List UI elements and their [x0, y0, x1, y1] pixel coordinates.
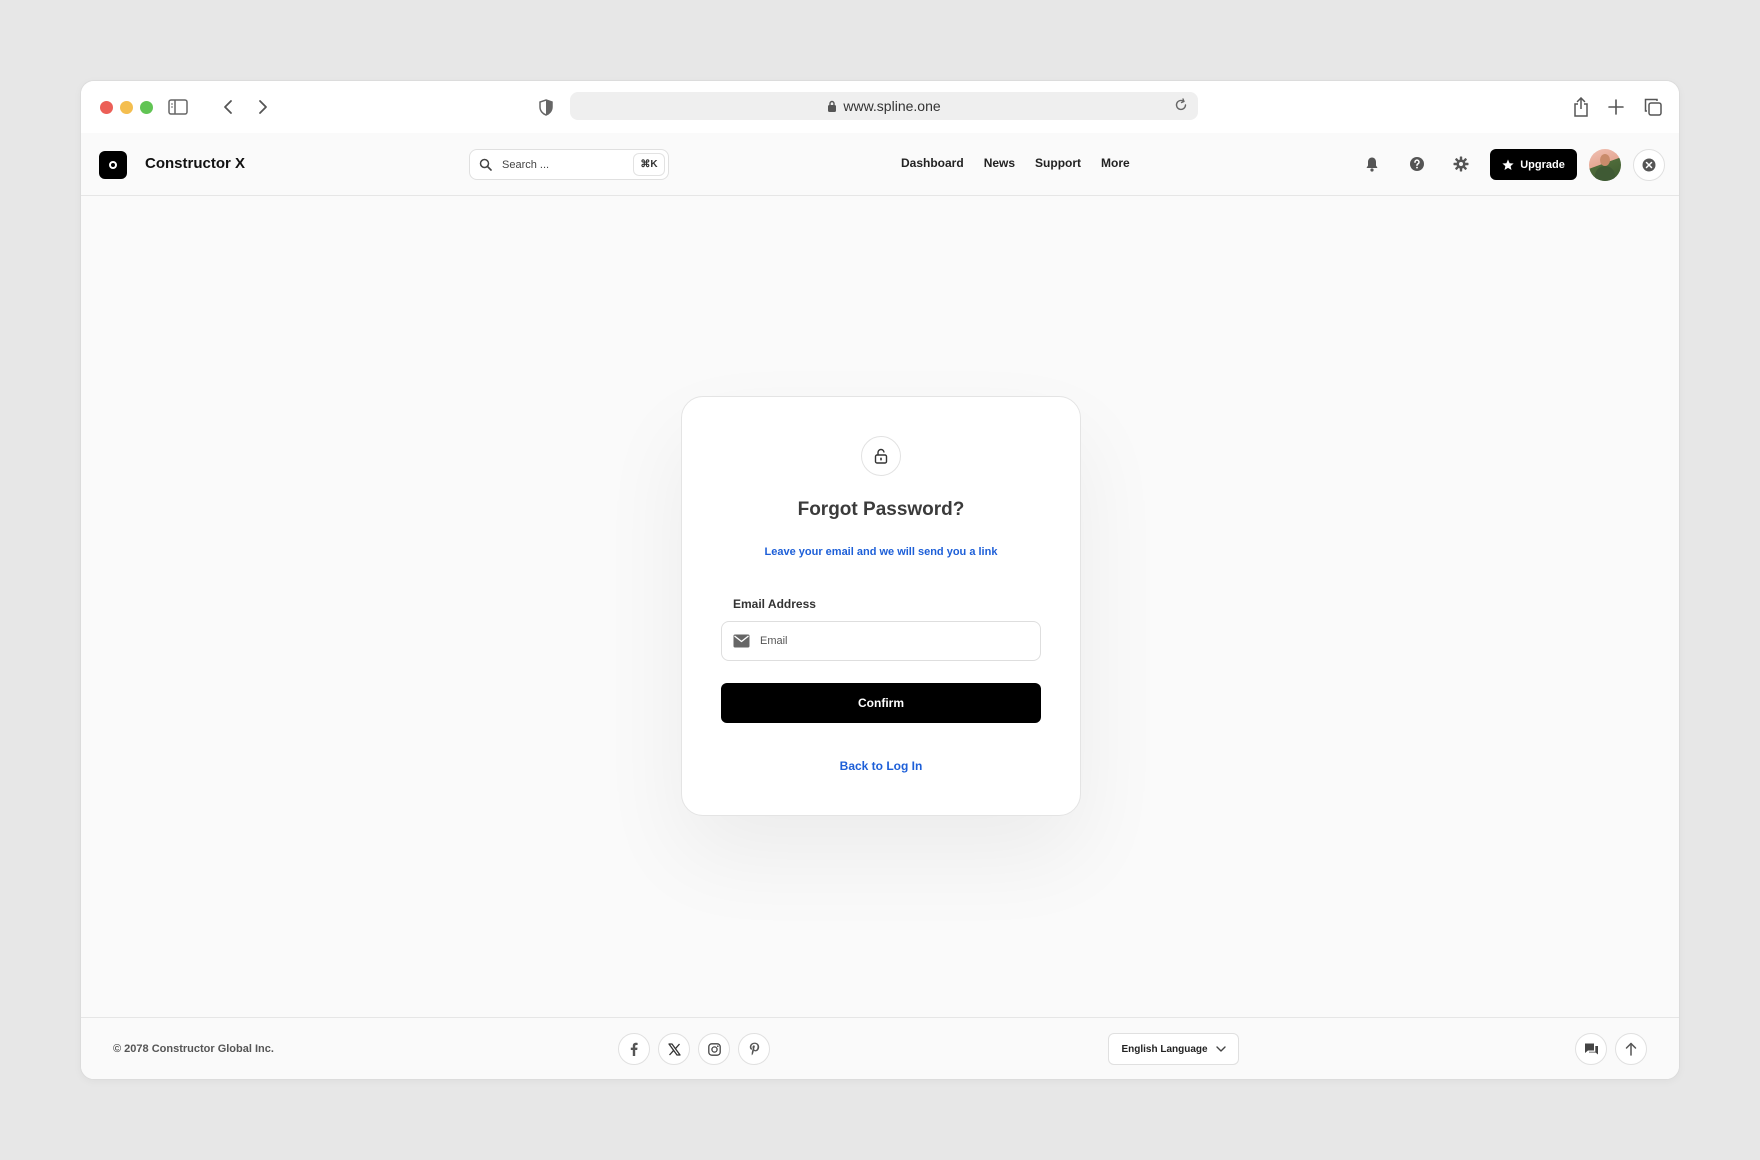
search-icon [479, 158, 492, 171]
pinterest-icon[interactable] [738, 1033, 770, 1065]
tabs-overview-icon[interactable] [1640, 94, 1666, 120]
main-nav: Dashboard News Support More [901, 156, 1130, 170]
shield-icon[interactable] [533, 94, 559, 120]
nav-more[interactable]: More [1101, 156, 1130, 170]
browser-toolbar: www.spline.one [81, 81, 1679, 133]
facebook-icon[interactable] [618, 1033, 650, 1065]
confirm-button[interactable]: Confirm [721, 683, 1041, 723]
share-icon[interactable] [1568, 94, 1594, 120]
close-button[interactable] [1633, 149, 1665, 181]
window-close-button[interactable] [100, 101, 113, 114]
upgrade-label: Upgrade [1520, 158, 1565, 171]
forward-arrow-icon[interactable] [250, 94, 276, 120]
nav-dashboard[interactable]: Dashboard [901, 156, 964, 170]
window-minimize-button[interactable] [120, 101, 133, 114]
browser-window: www.spline.one Constructor X Search ... … [80, 80, 1680, 1080]
nav-support[interactable]: Support [1035, 156, 1081, 170]
email-field[interactable] [760, 622, 1030, 660]
mail-icon [733, 634, 750, 648]
url-text: www.spline.one [843, 98, 941, 114]
close-circle-icon [1642, 158, 1656, 172]
nav-news[interactable]: News [984, 156, 1015, 170]
chevron-down-icon [1215, 1046, 1226, 1052]
star-icon [1502, 159, 1514, 171]
bell-icon[interactable] [1361, 153, 1383, 175]
language-label: English Language [1121, 1043, 1208, 1055]
search-box[interactable]: Search ... ⌘K [469, 149, 669, 180]
instagram-icon[interactable] [698, 1033, 730, 1065]
page-subtitle: Leave your email and we will send you a … [764, 546, 998, 558]
sidebar-toggle-icon[interactable] [165, 94, 191, 120]
address-bar[interactable]: www.spline.one [570, 92, 1198, 120]
page-title: Forgot Password? [797, 499, 965, 520]
reload-icon[interactable] [1174, 98, 1188, 112]
search-placeholder: Search ... [502, 159, 550, 171]
app-header: Constructor X Search ... ⌘K Dashboard Ne… [81, 133, 1679, 196]
x-icon[interactable] [658, 1033, 690, 1065]
email-label: Email Address [733, 597, 816, 611]
language-select[interactable]: English Language [1108, 1033, 1239, 1065]
main-content: Forgot Password? Leave your email and we… [81, 197, 1679, 1017]
lock-icon [827, 100, 837, 112]
brand-name: Constructor X [145, 155, 246, 172]
window-maximize-button[interactable] [140, 101, 153, 114]
help-icon[interactable] [1406, 153, 1428, 175]
unlock-icon [861, 436, 901, 476]
scroll-top-button[interactable] [1615, 1033, 1647, 1065]
chat-button[interactable] [1575, 1033, 1607, 1065]
arrow-up-icon [1625, 1042, 1637, 1056]
brand-logo[interactable] [99, 151, 127, 179]
gear-icon[interactable] [1450, 153, 1472, 175]
upgrade-button[interactable]: Upgrade [1490, 149, 1577, 180]
user-avatar[interactable] [1589, 149, 1621, 181]
back-to-login-link[interactable]: Back to Log In [682, 759, 1080, 773]
footer: © 2078 Constructor Global Inc. English L… [81, 1017, 1679, 1079]
copyright-text: © 2078 Constructor Global Inc. [113, 1043, 274, 1055]
search-shortcut: ⌘K [633, 153, 665, 176]
new-tab-icon[interactable] [1603, 94, 1629, 120]
back-arrow-icon[interactable] [215, 94, 241, 120]
email-field-wrapper [721, 621, 1041, 661]
forgot-password-card: Forgot Password? Leave your email and we… [681, 396, 1081, 816]
chat-icon [1584, 1042, 1599, 1056]
